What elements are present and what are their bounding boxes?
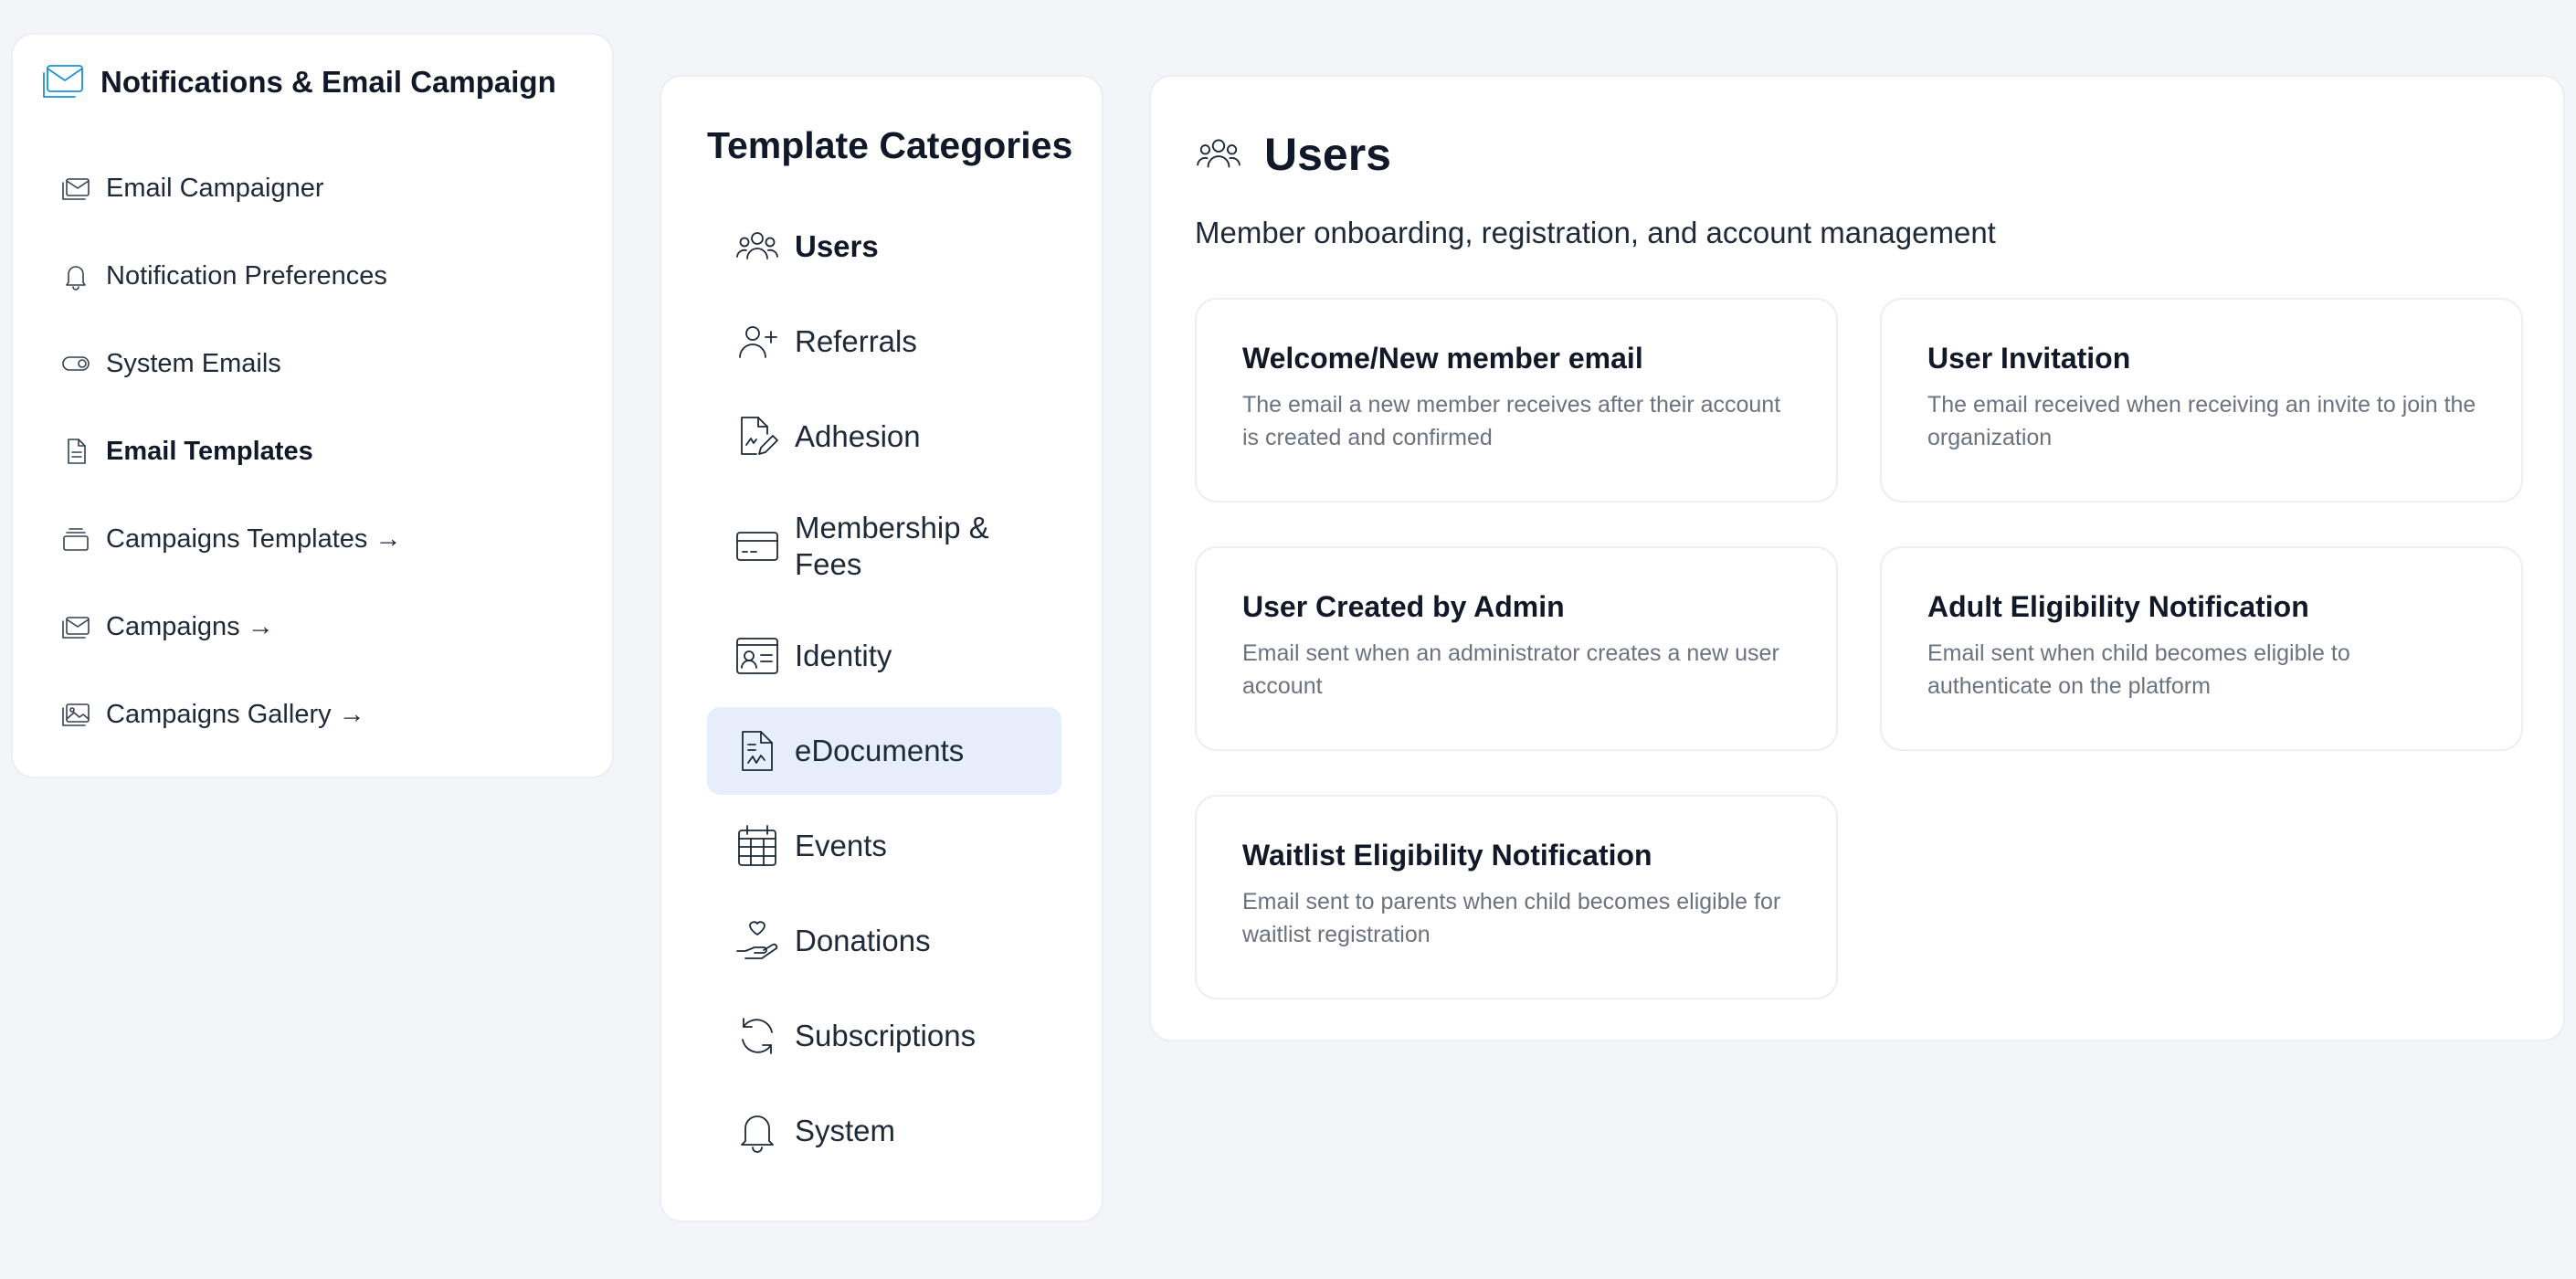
sidebar-item-label: System Emails [106,348,281,378]
sidebar-item-label: Campaigns → [106,611,274,641]
template-card-welcome[interactable]: Welcome/New member email The email a new… [1195,298,1838,502]
template-card-user-created-by-admin[interactable]: User Created by Admin Email sent when an… [1195,546,1838,751]
category-users[interactable]: Users [707,199,1061,294]
sidebar-header: Notifications & Email Campaign [40,62,556,102]
mail-icon [40,62,86,102]
id-card-icon [734,633,780,679]
category-events[interactable]: Events [707,798,1061,893]
card-title: Adult Eligibility Notification [1927,590,2309,623]
template-categories-panel: Template Categories Users Referrals Adhe… [660,75,1103,1222]
category-list: Users Referrals Adhesion Membership & Fe… [707,199,1061,1179]
card-title: User Invitation [1927,342,2131,375]
toggle-icon [60,348,91,379]
page-title: Users [1264,129,1391,180]
category-label: Subscriptions [795,1019,977,1052]
main-panel: Users Member onboarding, registration, a… [1149,75,2565,1041]
sidebar-nav: Email Campaigner Notification Preference… [60,144,599,758]
template-card-adult-eligibility[interactable]: Adult Eligibility Notification Email sen… [1880,546,2523,751]
category-label: Events [795,829,887,862]
category-label: Adhesion [795,419,921,453]
sidebar-item-label: Email Templates [106,436,313,466]
page-description: Member onboarding, registration, and acc… [1195,216,1996,249]
category-system[interactable]: System [707,1083,1061,1179]
card-description: Email sent to parents when child becomes… [1242,889,1781,947]
category-referrals[interactable]: Referrals [707,294,1061,389]
categories-title: Template Categories [707,124,1073,166]
card-description: The email received when receiving an inv… [1927,392,2476,450]
sidebar-item-label: Campaigns Gallery → [106,699,365,729]
template-card-waitlist-eligibility[interactable]: Waitlist Eligibility Notification Email … [1195,795,1838,999]
card-description: Email sent when child becomes eligible t… [1927,640,2350,699]
users-icon [1195,131,1242,178]
hand-heart-icon [734,918,780,964]
category-label: Donations [795,924,931,957]
bell-icon [60,260,91,291]
sidebar-item-campaigns-templates[interactable]: Campaigns Templates → [60,495,599,583]
category-adhesion[interactable]: Adhesion [707,389,1061,484]
card-title: User Created by Admin [1242,590,1565,623]
sidebar: Notifications & Email Campaign Email Cam… [11,33,614,778]
bell-icon [734,1108,780,1154]
users-icon [734,224,780,270]
card-title: Waitlist Eligibility Notification [1242,839,1652,872]
card-description: The email a new member receives after th… [1242,392,1781,450]
category-label: Users [795,229,879,263]
refresh-icon [734,1013,780,1059]
category-label: System [795,1114,896,1147]
credit-card-icon [734,523,780,569]
main-header: Users [1195,128,1391,181]
category-edocuments[interactable]: eDocuments [707,707,1061,795]
template-card-user-invitation[interactable]: User Invitation The email received when … [1880,298,2523,502]
sidebar-item-label: Campaigns Templates → [106,523,402,554]
document-pen-icon [734,414,780,460]
category-identity[interactable]: Identity [707,608,1061,703]
sidebar-item-email-campaigner[interactable]: Email Campaigner [60,144,599,232]
category-label: eDocuments [795,734,965,767]
sidebar-item-notification-preferences[interactable]: Notification Preferences [60,232,599,320]
mail-stack-icon [60,611,91,642]
sidebar-item-campaigns[interactable]: Campaigns → [60,583,599,671]
gallery-icon [60,699,91,730]
sidebar-item-label: Notification Preferences [106,260,387,291]
user-plus-icon [734,319,780,365]
card-description: Email sent when an administrator creates… [1242,640,1779,699]
sidebar-item-system-emails[interactable]: System Emails [60,320,599,407]
card-title: Welcome/New member email [1242,342,1643,375]
category-subscriptions[interactable]: Subscriptions [707,988,1061,1083]
category-label: Referrals [795,324,917,358]
sidebar-title: Notifications & Email Campaign [100,65,556,99]
calendar-icon [734,823,780,869]
sidebar-item-label: Email Campaigner [106,173,324,203]
mail-stack-icon [60,173,91,204]
sidebar-item-campaigns-gallery[interactable]: Campaigns Gallery → [60,671,599,758]
stack-icon [60,523,91,555]
category-membership-fees[interactable]: Membership & Fees [707,484,1061,608]
document-icon [60,436,91,467]
category-donations[interactable]: Donations [707,893,1061,988]
category-label: Identity [795,639,892,672]
document-chart-icon [734,728,780,774]
sidebar-item-email-templates[interactable]: Email Templates [60,407,599,495]
category-label: Membership & Fees [795,511,989,581]
